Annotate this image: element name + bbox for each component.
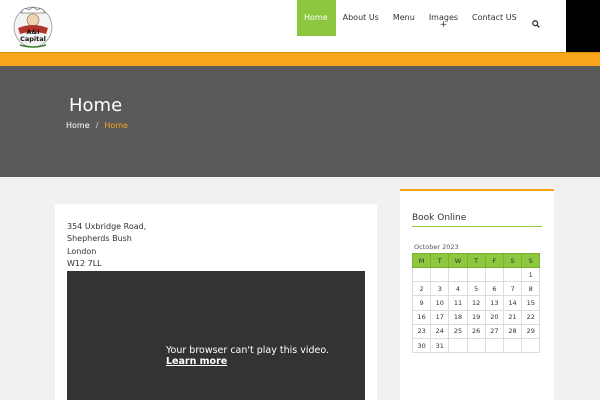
address-line: W12 7LL [67, 258, 102, 268]
nav-item-home[interactable]: Home [297, 0, 336, 36]
calendar-day[interactable]: 5 [466, 281, 486, 297]
breadcrumb: Home / Home [66, 121, 128, 130]
book-online-heading: Book Online [412, 213, 467, 223]
submenu-plus-icon[interactable]: + [440, 21, 448, 30]
calendar-week: 2345678 [411, 281, 541, 297]
calendar-day[interactable]: 27 [484, 323, 504, 339]
calendar-day[interactable]: 31 [430, 337, 450, 354]
search-button[interactable] [524, 0, 548, 36]
calendar-day[interactable]: 7 [502, 281, 523, 297]
calendar-month: October 2023 [414, 243, 459, 251]
calendar-day[interactable]: 22 [521, 309, 541, 325]
calendar-empty-cell [466, 337, 486, 354]
nav-item-images[interactable]: Images + [422, 0, 465, 36]
learn-more-link[interactable]: Learn more [166, 356, 329, 367]
weekday-header: T [466, 253, 486, 268]
calendar-day[interactable]: 4 [448, 281, 468, 297]
calendar-empty-cell [411, 266, 432, 283]
calendar-week: 23 24 25 26 27 28 29 [411, 323, 541, 339]
nav-item-about-us[interactable]: About Us [336, 0, 386, 36]
calendar-day[interactable]: 3 [430, 281, 450, 297]
nav-item-label: Contact US [472, 13, 517, 22]
nav-item-label: About Us [342, 13, 379, 22]
accent-bar [0, 52, 600, 66]
calendar-empty-cell [484, 337, 504, 354]
video-error-text: Your browser can't play this video. [166, 345, 330, 356]
calendar-day[interactable]: 10 [430, 295, 450, 311]
calendar-day[interactable]: 28 [502, 323, 523, 339]
calendar-empty-cell [502, 266, 523, 283]
calendar-day[interactable]: 15 [521, 295, 541, 311]
breadcrumb-separator: / [95, 121, 99, 130]
calendar-day[interactable]: 17 [430, 309, 450, 325]
breadcrumb-current: Home [104, 121, 128, 130]
calendar-day[interactable]: 18 [448, 309, 468, 325]
address-line: Shepherds Bush [67, 234, 132, 244]
video-player[interactable] [67, 271, 365, 400]
weekday-header: W [448, 253, 468, 268]
calendar-week: 30 31 [411, 337, 541, 354]
booking-calendar: MTWTFSS 1 2 3 4 5 6 7 8 9 10 11 12 13 14 15 16 17 18 19 20 2… [411, 253, 541, 354]
calendar-week: 16 17 18 19 20 21 22 [411, 309, 541, 325]
calendar-day[interactable]: 29 [521, 323, 541, 339]
calendar-day[interactable]: 2 [411, 281, 432, 297]
nav-item-menu[interactable]: Menu [386, 0, 422, 36]
calendar-day[interactable]: 19 [466, 309, 486, 325]
nav-item-label: Home [304, 13, 328, 22]
weekday-header: M [411, 253, 432, 268]
nav-item-label: Menu [392, 13, 415, 22]
calendar-empty-cell [448, 337, 468, 354]
calendar-week: 9 10 11 12 13 14 15 [411, 295, 541, 311]
calendar-empty-cell [502, 337, 523, 354]
page: A&I Capital Home About Us Menu Images + … [0, 0, 600, 400]
main-nav: Home About Us Menu Images + Contact US [297, 0, 548, 36]
calendar-empty-cell [466, 266, 486, 283]
calendar-empty-cell [521, 337, 541, 354]
calendar-day[interactable]: 16 [411, 309, 432, 325]
calendar-day[interactable]: 11 [448, 295, 468, 311]
calendar-day[interactable]: 13 [484, 295, 504, 311]
address-line: London [67, 246, 97, 256]
calendar-day[interactable]: 6 [484, 281, 504, 297]
search-icon [531, 20, 540, 28]
address-line: 354 Uxbridge Road, [67, 222, 147, 231]
site-logo[interactable]: A&I Capital [12, 3, 54, 49]
calendar-day[interactable]: 14 [502, 295, 523, 311]
nav-item-contact-us[interactable]: Contact US [465, 0, 524, 36]
calendar-day[interactable]: 8 [521, 281, 541, 297]
page-title: Home [69, 95, 123, 116]
calendar-day[interactable]: 25 [448, 323, 468, 339]
weekday-header: F [484, 253, 504, 268]
calendar-day[interactable]: 9 [411, 295, 432, 311]
calendar-week: 1 [411, 266, 541, 283]
calendar-day[interactable]: 1 [521, 266, 541, 283]
breadcrumb-home-link[interactable]: Home [66, 121, 90, 130]
calendar-day[interactable]: 30 [411, 337, 432, 354]
calendar-day[interactable]: 26 [466, 323, 486, 339]
calendar-day[interactable]: 23 [411, 323, 432, 339]
header-corner-block [566, 0, 600, 52]
calendar-empty-cell [448, 266, 468, 283]
site-header: A&I Capital Home About Us Menu Images + … [0, 0, 600, 52]
logo-line2: Capital [20, 35, 46, 43]
video-error-message: Your browser can't play this video. Lear… [166, 345, 329, 367]
weekday-header: S [502, 253, 523, 268]
weekday-header: T [430, 253, 450, 268]
calendar-empty-cell [484, 266, 504, 283]
calendar-day[interactable]: 21 [502, 309, 523, 325]
calendar-day[interactable]: 12 [466, 295, 486, 311]
heading-underline [412, 226, 542, 227]
calendar-empty-cell [430, 266, 450, 283]
calendar-day[interactable]: 24 [430, 323, 450, 339]
calendar-day[interactable]: 20 [484, 309, 504, 325]
weekday-header: S [521, 253, 541, 268]
address-block: 354 Uxbridge Road, Shepherds Bush London… [67, 221, 146, 270]
